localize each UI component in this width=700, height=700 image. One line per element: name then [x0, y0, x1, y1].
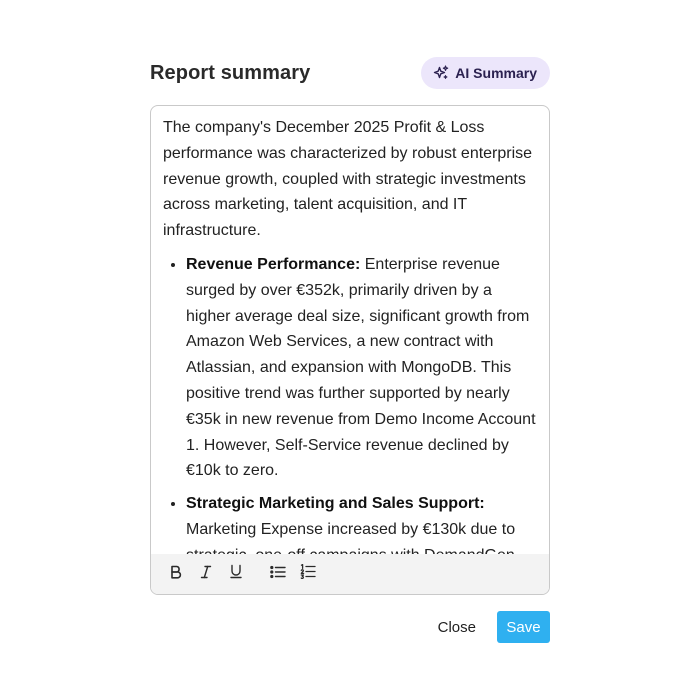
intro-paragraph: The company's December 2025 Profit & Los… [163, 119, 533, 240]
sparkles-icon [433, 65, 449, 81]
editor-content[interactable]: The company's December 2025 Profit & Los… [151, 106, 549, 554]
italic-icon [199, 565, 213, 584]
italic-button[interactable] [191, 559, 221, 589]
bullet-list-icon [270, 565, 286, 584]
ai-summary-label: AI Summary [455, 65, 537, 81]
dialog-title: Report summary [150, 61, 311, 84]
formatting-toolbar [151, 554, 549, 594]
dialog-footer: Close Save [427, 611, 550, 643]
summary-bullet-list: Revenue Performance: Enterprise revenue … [163, 252, 537, 554]
ai-summary-button[interactable]: AI Summary [421, 57, 550, 89]
summary-editor[interactable]: The company's December 2025 Profit & Los… [150, 105, 550, 595]
bullet-text: Enterprise revenue surged by over €352k,… [186, 255, 536, 480]
bullet-list-button[interactable] [263, 559, 293, 589]
dialog-header: Report summary AI Summary [150, 57, 550, 89]
bold-button[interactable] [161, 559, 191, 589]
save-button[interactable]: Save [497, 611, 550, 643]
numbered-list-button[interactable] [293, 559, 323, 589]
underline-icon [229, 564, 243, 584]
numbered-list-icon [300, 563, 316, 584]
close-button[interactable]: Close [427, 611, 487, 643]
bullet-heading: Revenue Performance: [186, 255, 361, 273]
report-summary-dialog: Report summary AI Summary The company's … [130, 40, 570, 660]
underline-button[interactable] [221, 559, 251, 589]
bullet-heading: Strategic Marketing and Sales Support: [186, 495, 485, 513]
bold-icon [169, 565, 183, 584]
bullet-text: Marketing Expense increased by €130k due… [186, 520, 516, 554]
list-item: Revenue Performance: Enterprise revenue … [186, 252, 537, 484]
list-item: Strategic Marketing and Sales Support: M… [186, 491, 537, 554]
